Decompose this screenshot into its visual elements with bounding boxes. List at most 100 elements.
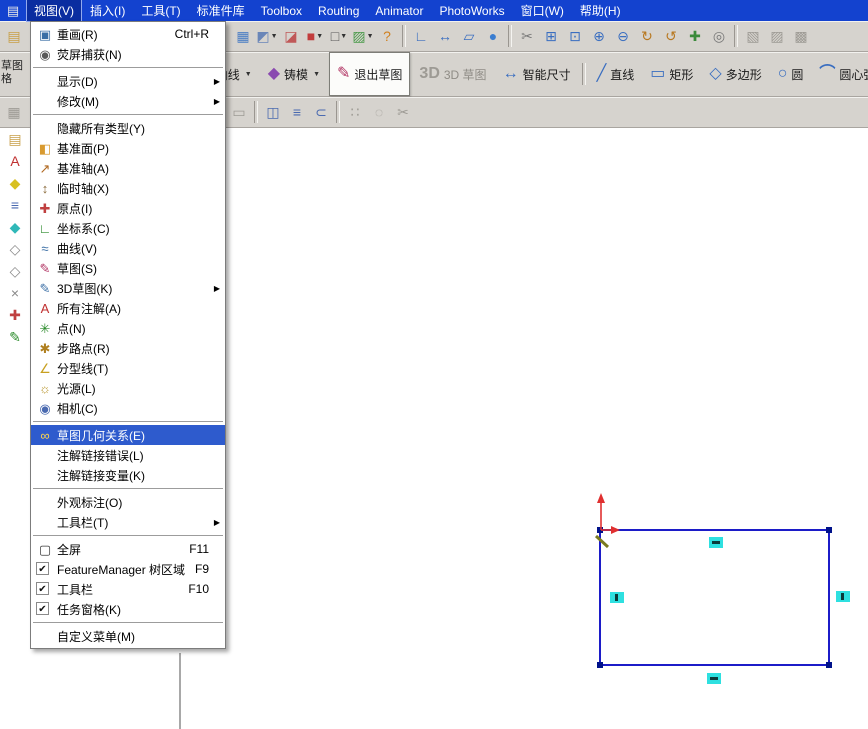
material-icon[interactable]: ◆ [4,174,26,192]
plane-outline2-icon[interactable]: ◇ [4,262,26,280]
menu-item-3d-sketches[interactable]: ✎ ✔ 3D草图(K) ▶ [31,278,225,298]
sketch-rectangle[interactable] [599,529,830,666]
menu-item-modify[interactable]: ✔ 修改(M) ▶ [31,91,225,111]
circle-button[interactable]: ○ 圆 ▼ [771,53,811,95]
smart-dimension-button[interactable]: ↔ 智能尺寸 ▼ [496,53,578,95]
measure-icon[interactable]: ∟ ▼ [410,24,432,48]
normal-to-icon[interactable]: ▨ ▼ [766,24,788,48]
wireframe-icon[interactable]: ▩ ▼ [790,24,812,48]
grid-settings-icon[interactable]: ▦ [3,100,25,124]
sketch-vertex[interactable] [826,527,832,533]
view-sphere-icon[interactable]: ● ▼ [482,24,504,48]
trim-entities-icon[interactable]: ✂ [392,100,414,124]
menu-item-coordinate-systems[interactable]: ∟ ✔ 坐标系(C) ▶ [31,218,225,238]
note-icon[interactable]: ▱ ▼ [458,24,480,48]
menu-item-routing-points[interactable]: ✱ ✔ 步路点(R) ▶ [31,338,225,358]
help-icon[interactable]: ? ▼ [376,24,398,48]
design-tree-icon[interactable]: ≡ [4,196,26,214]
dropdown-arrow-icon[interactable]: ▼ [271,33,278,40]
part-document-icon[interactable]: ▤ [4,130,26,148]
menu-item-cameras[interactable]: ◉ ✔ 相机(C) ▶ [31,398,225,418]
document-icon[interactable]: ▤ [0,3,26,19]
menu-item-origins[interactable]: ✚ ✔ 原点(I) ▶ [31,198,225,218]
menu-item-screen-capture[interactable]: ◉ ✔ 荧屏捕获(N) ▶ [31,44,225,64]
menu-item-appearance-callouts[interactable]: ✔ 外观标注(O) ▶ [31,492,225,512]
menubar-item-routing[interactable]: Routing [310,1,367,21]
menu-item-parting-lines[interactable]: ∠ ✔ 分型线(T) ▶ [31,358,225,378]
menu-item-axes[interactable]: ↗ ✔ 基准轴(A) ▶ [31,158,225,178]
dropdown-arrow-icon[interactable]: ▼ [316,33,323,40]
standard-views-icon[interactable]: ▧ ▼ [742,24,764,48]
menu-item-annotation-link-variables[interactable]: ✔ 注解链接变量(K) ▶ [31,465,225,485]
centerpoint-arc-button[interactable]: ⌒ 圆心弧 ▼ [812,53,868,95]
menu-item-customize-menu[interactable]: ✔ 自定义菜单(M) ▶ [31,626,225,646]
menu-item-redraw[interactable]: ▣ ✔ 重画(R) Ctrl+R ▶ [31,24,225,44]
menu-item-annotation-link-errors[interactable]: ✔ 注解链接错误(L) ▶ [31,445,225,465]
menu-item-all-annotations[interactable]: A ✔ 所有注解(A) ▶ [31,298,225,318]
menu-item-hide-all-types[interactable]: ✔ 隐藏所有类型(Y) ▶ [31,118,225,138]
menubar-item-window[interactable]: 窗口(W) [513,0,572,22]
dropdown-arrow-icon[interactable]: ▼ [245,71,252,78]
polygon-button[interactable]: ◇ 多边形 ▼ [702,53,768,95]
menubar-item-insert[interactable]: 插入(I) [82,0,133,22]
zoom-area-icon[interactable]: ⊡ ▼ [564,24,586,48]
sketch-vertex[interactable] [826,662,832,668]
roll-view-icon[interactable]: ↺ ▼ [660,24,682,48]
mirror-entities-icon[interactable]: ◫ [262,100,284,124]
sketch-vertex[interactable] [597,662,603,668]
hidden-lines-icon[interactable]: ▨ ▼ [352,24,374,48]
exit-sketch-button[interactable]: ✎ 退出草图 ▼ [329,52,411,96]
display-style-icon[interactable]: □ ▼ [328,24,350,48]
dimension-icon[interactable]: ↔ ▼ [434,24,456,48]
menu-item-sketches[interactable]: ✎ ✔ 草图(S) ▶ [31,258,225,278]
menu-item-sketch-relations[interactable]: ∞ ✔ 草图几何关系(E) ▶ [31,425,225,445]
view-orientation-icon[interactable]: ◩ ▼ [256,24,278,48]
menu-item-lights[interactable]: ☼ ✔ 光源(L) ▶ [31,378,225,398]
menu-item-points[interactable]: ✳ ✔ 点(N) ▶ [31,318,225,338]
section-tool-icon[interactable]: ✂ ▼ [516,24,538,48]
menubar-item-tools[interactable]: 工具(T) [133,0,188,22]
edit-sketch-icon[interactable]: ✎ [4,328,26,346]
shaded-display-icon[interactable]: ■ ▼ [304,24,326,48]
section-view-icon[interactable]: ◪ ▼ [280,24,302,48]
menu-item-featuremanager-area[interactable]: ✔ FeatureManager 树区域 F9 ▶ [31,559,225,579]
select-filter-icon[interactable]: ▦ ▼ [232,24,254,48]
linear-pattern-icon[interactable]: ∷ [344,100,366,124]
menubar-item-view[interactable]: 视图(V) [26,0,82,22]
circular-pattern-icon[interactable]: ◌ [368,100,390,124]
menubar-item-toolbox[interactable]: Toolbox [253,1,310,21]
menu-item-full-screen[interactable]: ▢ ✔ 全屏 F11 ▶ [31,539,225,559]
pan-icon[interactable]: ✚ ▼ [684,24,706,48]
convert-entities-icon[interactable]: ⊂ [310,100,332,124]
dropdown-arrow-icon[interactable]: ▼ [313,71,320,78]
menu-item-curves[interactable]: ≈ ✔ 曲线(V) ▶ [31,238,225,258]
line-button[interactable]: ╱ 直线 ▼ [590,53,642,95]
zoom-out-icon[interactable]: ⊖ ▼ [612,24,634,48]
zoom-fit-icon[interactable]: ⊞ ▼ [540,24,562,48]
menubar-item-help[interactable]: 帮助(H) [572,0,629,22]
dropdown-arrow-icon[interactable]: ▼ [367,33,374,40]
3d-rotate-icon[interactable]: ◎ ▼ [708,24,730,48]
display-relations-icon[interactable]: ▭ [228,100,250,124]
zoom-in-icon[interactable]: ⊕ ▼ [588,24,610,48]
menu-item-toolbars-toggle[interactable]: ✔ 工具栏 F10 ▶ [31,579,225,599]
sketch-3d-button[interactable]: 3D 3D 草图 ▼ [412,53,493,95]
menubar-item-photoworks[interactable]: PhotoWorks [431,1,512,21]
rectangle-button[interactable]: ▭ 矩形 ▼ [643,53,700,95]
mold-button[interactable]: ◆ 铸模 ▼ [261,53,327,95]
menu-item-toolbars-submenu[interactable]: ✔ 工具栏(T) ▶ [31,512,225,532]
plane-outline-icon[interactable]: ◇ [4,240,26,258]
rotate-view-icon[interactable]: ↻ ▼ [636,24,658,48]
open-document-icon[interactable]: ▤ ▼ [3,24,25,48]
cross-icon[interactable]: × [4,284,26,302]
gem-icon[interactable]: ◆ [4,218,26,236]
menu-item-planes[interactable]: ◧ ✔ 基准面(P) ▶ [31,138,225,158]
dropdown-arrow-icon[interactable]: ▼ [340,33,347,40]
offset-entities-icon[interactable]: ≡ [286,100,308,124]
menubar-item-standard-parts[interactable]: 标准件库 [189,0,253,22]
menu-item-display[interactable]: ✔ 显示(D) ▶ [31,71,225,91]
annotation-a-icon[interactable]: A [4,152,26,170]
origin-axes-icon[interactable]: ✚ [4,306,26,324]
menu-item-temporary-axes[interactable]: ↕ ✔ 临时轴(X) ▶ [31,178,225,198]
menubar-item-animator[interactable]: Animator [367,1,431,21]
